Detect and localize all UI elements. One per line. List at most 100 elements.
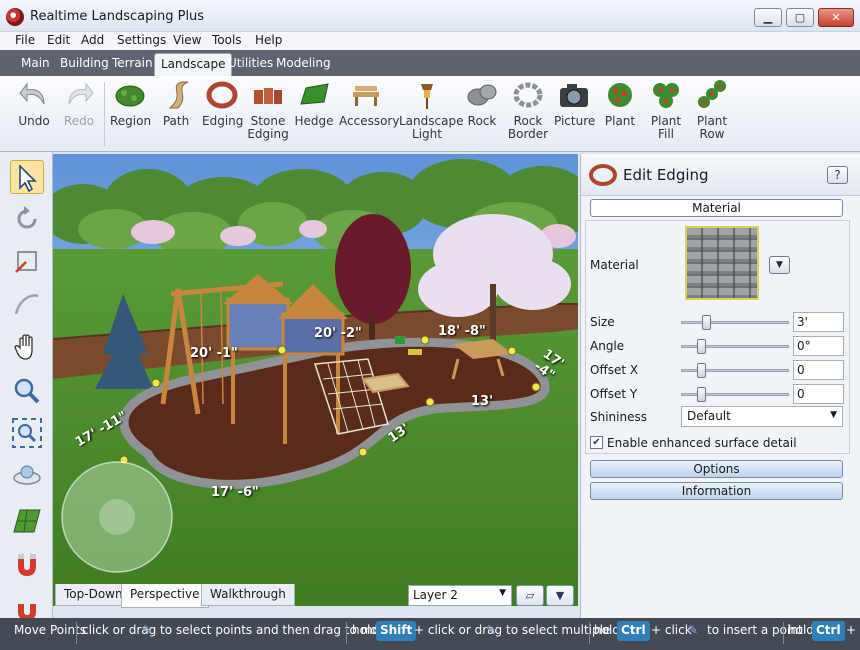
menu-file[interactable]: File (15, 33, 35, 47)
tab-building[interactable]: Building (60, 56, 109, 70)
offset-y-input[interactable]: 0 (793, 384, 844, 404)
angle-slider[interactable] (681, 339, 789, 354)
size-input[interactable]: 3' (793, 312, 844, 332)
app-logo-icon (6, 8, 24, 26)
rock-border-button[interactable]: Rock Border (507, 80, 549, 141)
information-button[interactable]: Information (590, 482, 843, 500)
edging-button[interactable]: Edging (202, 80, 243, 128)
shininess-label: Shininess (590, 410, 647, 424)
region-button[interactable]: Region (110, 80, 151, 128)
select-tool[interactable] (10, 160, 44, 194)
tab-walkthrough[interactable]: Walkthrough (201, 584, 295, 606)
zoom-extents-tool[interactable] (10, 416, 44, 450)
material-label: Material (590, 258, 639, 272)
hedge-icon (300, 83, 329, 105)
plant-icon (608, 83, 632, 107)
left-toolbar (0, 152, 53, 620)
tab-perspective[interactable]: Perspective (121, 584, 209, 608)
menu-view[interactable]: View (173, 33, 201, 47)
tab-main[interactable]: Main (21, 56, 50, 70)
layers-button[interactable]: ▱ (516, 585, 544, 606)
menu-settings[interactable]: Settings (117, 33, 166, 47)
angle-slider-thumb[interactable] (696, 339, 706, 354)
mouse-icon: ✎ (142, 623, 153, 637)
orbit-tool[interactable] (10, 458, 44, 492)
plant-fill-button[interactable]: Plant Fill (646, 80, 686, 141)
panel-header: Edit Edging ? (581, 154, 860, 196)
resize-tool[interactable] (10, 244, 44, 278)
stone-edging-button[interactable]: Stone Edging (246, 80, 290, 141)
landscape-scene (53, 154, 578, 606)
edging-icon (589, 164, 617, 186)
material-dropdown-button[interactable]: ▼ (769, 256, 790, 274)
offset-x-slider-thumb[interactable] (696, 363, 706, 378)
material-swatch[interactable] (685, 226, 759, 300)
plant-label: Plant (604, 114, 636, 128)
ctrl-key-badge: Ctrl (812, 621, 845, 641)
offset-x-slider[interactable] (681, 363, 789, 378)
enhanced-detail-checkbox[interactable]: ✔ (590, 436, 603, 449)
rock-button[interactable]: Rock (462, 80, 502, 128)
menu-help[interactable]: Help (255, 33, 282, 47)
layer-select[interactable]: Layer 2 ▼ (408, 585, 512, 606)
offset-x-input[interactable]: 0 (793, 360, 844, 380)
landscape-light-button[interactable]: Landscape Light (399, 80, 463, 141)
landscape-light-label-2: Light (412, 127, 442, 141)
plant-row-button[interactable]: Plant Row (692, 80, 732, 141)
zoom-icon (14, 378, 40, 404)
ribbon-toolbar: Undo Redo Region Path Edging Stone Edgin… (0, 76, 860, 152)
status-hint: + (846, 623, 857, 637)
tab-utilities[interactable]: Utilities (228, 56, 273, 70)
help-button[interactable]: ? (827, 166, 848, 184)
size-slider[interactable] (681, 315, 789, 330)
rock-icon (467, 84, 497, 106)
undo-button[interactable]: Undo (14, 80, 54, 128)
landscape-light-icon (421, 84, 433, 109)
plant-fill-label-2: Fill (657, 127, 675, 141)
shininess-value: Default (687, 409, 731, 423)
tab-modeling[interactable]: Modeling (276, 56, 331, 70)
size-label: Size (590, 315, 615, 329)
maximize-button[interactable]: ▢ (786, 8, 814, 27)
accessory-button[interactable]: Accessory (339, 80, 399, 128)
pan-tool[interactable] (10, 330, 44, 364)
stone-edging-label: Stone (250, 114, 286, 128)
menu-edit[interactable]: Edit (47, 33, 70, 47)
snap-magnet-icon (18, 554, 36, 576)
shininess-select[interactable]: Default ▼ (681, 406, 843, 427)
tab-terrain[interactable]: Terrain (112, 56, 153, 70)
zoom-tool[interactable] (10, 374, 44, 408)
status-divider (346, 622, 347, 644)
tab-landscape[interactable]: Landscape (154, 53, 233, 76)
angle-input[interactable]: 0° (793, 336, 844, 356)
menu-add[interactable]: Add (81, 33, 104, 47)
status-bar: Move Points click or drag ✎ to select po… (0, 618, 860, 650)
size-slider-thumb[interactable] (701, 315, 711, 330)
pan-hand-icon (14, 334, 33, 360)
close-button[interactable]: ✕ (818, 8, 854, 27)
minimize-button[interactable]: ▁ (754, 8, 782, 27)
offset-y-slider-thumb[interactable] (696, 387, 706, 402)
picture-button[interactable]: Picture (554, 80, 595, 128)
grid-tool[interactable] (10, 504, 44, 538)
path-button[interactable]: Path (156, 80, 196, 128)
edging-icon (206, 81, 238, 109)
plant-fill-icon (653, 83, 679, 108)
offset-y-slider[interactable] (681, 387, 789, 402)
plant-button[interactable]: Plant (600, 80, 640, 128)
hedge-button[interactable]: Hedge (294, 80, 334, 128)
menu-tools[interactable]: Tools (212, 33, 242, 47)
material-section-button[interactable]: Material (590, 199, 843, 217)
3d-viewport[interactable]: 20' -1" 20' -2" 18' -8" 17' -4" 17' -11"… (53, 154, 578, 606)
snap-tool[interactable] (10, 548, 44, 582)
dimension-label: 17' -6" (211, 485, 259, 500)
rotate-tool[interactable] (10, 202, 44, 236)
redo-button[interactable]: Redo (59, 80, 99, 128)
accessory-bench-icon (353, 86, 379, 106)
shift-key-badge: Shift (376, 621, 417, 641)
status-divider (589, 622, 590, 644)
panel-title: Edit Edging (623, 166, 709, 184)
options-button[interactable]: Options (590, 460, 843, 478)
layer-menu-button[interactable]: ▼ (546, 585, 574, 606)
curve-tool[interactable] (10, 286, 44, 320)
